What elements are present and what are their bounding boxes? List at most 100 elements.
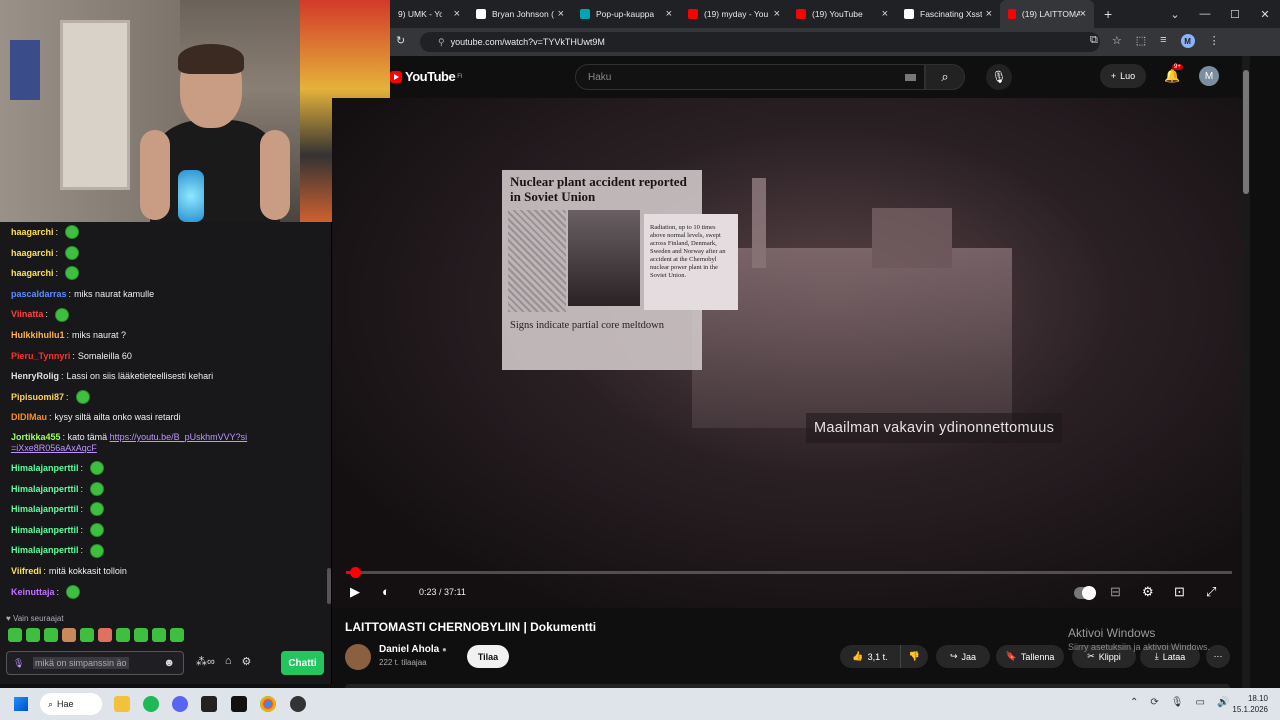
voice-search-button[interactable]: 🎙 xyxy=(986,64,1012,90)
miniplayer-icon[interactable]: ⊡ xyxy=(1174,584,1185,600)
spotify-icon[interactable] xyxy=(143,696,159,712)
emote[interactable] xyxy=(44,628,58,642)
emote[interactable] xyxy=(170,628,184,642)
chat-username[interactable]: Himalajanperttil xyxy=(11,540,79,561)
emote[interactable] xyxy=(134,628,148,642)
chat-scrollbar[interactable] xyxy=(327,568,331,604)
emote[interactable] xyxy=(8,628,22,642)
emote[interactable] xyxy=(62,628,76,642)
page-scrollbar[interactable] xyxy=(1242,56,1250,696)
chrome-icon[interactable] xyxy=(260,696,276,712)
emoji-icon[interactable]: ☻ xyxy=(163,657,175,669)
chat-username[interactable]: Himalajanperttil xyxy=(11,520,79,541)
settings-gear-icon[interactable]: ⚙ xyxy=(1142,584,1154,600)
like-button[interactable]: 👍 3,1 t. xyxy=(840,645,900,668)
emote[interactable] xyxy=(98,628,112,642)
discord-icon[interactable] xyxy=(172,696,188,712)
chat-username[interactable]: haagarchi xyxy=(11,222,54,243)
mic-icon[interactable]: 🎙 xyxy=(13,658,24,669)
emote[interactable] xyxy=(80,628,94,642)
network-icon[interactable]: ▭ xyxy=(1195,697,1204,708)
minimize-icon[interactable]: — xyxy=(1190,0,1220,28)
autoplay-toggle[interactable] xyxy=(1074,586,1096,600)
browser-tab[interactable]: Fascinating Xsst × xyxy=(896,0,1000,28)
share-button[interactable]: ↪ Jaa xyxy=(936,645,990,668)
play-icon[interactable]: ▶ xyxy=(350,584,360,600)
obs-icon[interactable] xyxy=(290,696,306,712)
chat-username[interactable]: Pipisuomi87 xyxy=(11,387,64,408)
chat-username[interactable]: Viifredi xyxy=(11,561,41,582)
chat-username[interactable]: Jortikka455 xyxy=(11,432,61,442)
chat-username[interactable]: Pieru_Tynnyri xyxy=(11,346,70,367)
taskbar-search[interactable]: ⌕ Hae xyxy=(40,693,102,715)
tab-close-icon[interactable]: × xyxy=(986,8,992,20)
emote[interactable] xyxy=(26,628,40,642)
youtube-logo[interactable]: YouTube FI xyxy=(390,69,463,84)
bookmark-star-icon[interactable]: ☆ xyxy=(1112,34,1122,48)
maximize-icon[interactable]: ☐ xyxy=(1220,0,1250,28)
new-tab-icon[interactable]: + xyxy=(1104,6,1112,22)
search-button[interactable]: ⌕ xyxy=(925,64,965,90)
save-button[interactable]: 🔖 Tallenna xyxy=(996,645,1064,668)
settings-icon[interactable]: ⚙ xyxy=(242,655,252,668)
x-app-icon[interactable] xyxy=(231,696,247,712)
close-icon[interactable]: ✕ xyxy=(1250,0,1280,28)
page-scrollbar-thumb[interactable] xyxy=(1243,70,1249,194)
chat-input[interactable]: 🎙 mikä on simpanssin äo ☻ xyxy=(6,651,184,675)
extensions-icon[interactable]: ⬚ xyxy=(1136,34,1146,48)
store-icon[interactable]: ⌂ xyxy=(225,655,232,668)
tab-close-icon[interactable]: × xyxy=(666,8,672,20)
dislike-button[interactable]: 👎 xyxy=(900,645,928,668)
volume-icon[interactable]: ◐ xyxy=(382,584,390,599)
emote[interactable] xyxy=(152,628,166,642)
taskbar-clock[interactable]: 18.10 15.1.2026 xyxy=(1222,693,1268,715)
chat-username[interactable]: Himalajanperttil xyxy=(11,479,79,500)
sync-icon[interactable]: ⟳ xyxy=(1150,697,1158,708)
account-avatar[interactable]: M xyxy=(1199,66,1219,86)
browser-tab[interactable]: 9) UMK - YouT × xyxy=(390,0,468,28)
site-info-icon[interactable]: ⚲ xyxy=(438,37,445,48)
chat-username[interactable]: pascaldarras xyxy=(11,284,67,305)
search-input[interactable]: Haku xyxy=(575,64,925,90)
media-icon[interactable]: ≡ xyxy=(1160,34,1166,48)
browser-tab[interactable]: (19) YouTube × xyxy=(788,0,896,28)
browser-tab[interactable]: Pop-up-kauppa × xyxy=(572,0,680,28)
create-button[interactable]: + Luo xyxy=(1100,64,1146,88)
tab-close-icon[interactable]: × xyxy=(882,8,888,20)
windows-start-icon[interactable] xyxy=(14,697,28,711)
chat-username[interactable]: DIDIMau xyxy=(11,407,47,428)
subtitles-icon[interactable]: ⊟ xyxy=(1110,584,1121,600)
reload-icon[interactable]: ↻ xyxy=(396,34,405,47)
channel-name[interactable]: Daniel Ahola ● xyxy=(379,644,447,655)
chat-username[interactable]: Himalajanperttil xyxy=(11,458,79,479)
bits-icon[interactable]: ⁂∞ xyxy=(196,655,215,668)
tab-close-icon[interactable]: × xyxy=(454,8,460,20)
progress-scrubber[interactable] xyxy=(350,567,362,578)
tab-close-icon[interactable]: × xyxy=(1080,8,1086,20)
chat-username[interactable]: haagarchi xyxy=(11,243,54,264)
chat-username[interactable]: HenryRolig xyxy=(11,366,59,387)
browser-tab[interactable]: Bryan Johnson (× xyxy=(468,0,572,28)
profile-avatar[interactable]: M xyxy=(1180,34,1195,48)
chat-username[interactable]: Hulkkihullu1 xyxy=(11,325,65,346)
channel-avatar[interactable] xyxy=(345,644,371,670)
tab-close-icon[interactable]: × xyxy=(558,8,564,20)
keyboard-icon[interactable] xyxy=(905,74,916,81)
file-explorer-icon[interactable] xyxy=(114,696,130,712)
emote[interactable] xyxy=(116,628,130,642)
app-icon-r[interactable] xyxy=(201,696,217,712)
tab-close-icon[interactable]: × xyxy=(774,8,780,20)
chat-send-button[interactable]: Chatti xyxy=(281,651,324,675)
mic-icon[interactable]: 🎙 xyxy=(1171,697,1184,708)
address-bar[interactable]: ⚲ youtube.com/watch?v=TYVkTHUwt9M xyxy=(420,32,1100,52)
cast-icon[interactable]: ⧉ xyxy=(1090,34,1098,48)
chat-username[interactable]: Keinuttaja xyxy=(11,582,55,603)
subscribe-button[interactable]: Tilaa xyxy=(467,645,509,668)
chat-username[interactable]: haagarchi xyxy=(11,263,54,284)
video-player[interactable]: Nuclear plant accident reported in Sovie… xyxy=(332,98,1242,608)
chevron-up-icon[interactable]: ⌃ xyxy=(1130,697,1138,708)
progress-bar[interactable] xyxy=(346,567,1232,578)
chevron-down-icon[interactable]: ⌄ xyxy=(1160,0,1190,28)
chat-username[interactable]: Himalajanperttil xyxy=(11,499,79,520)
browser-tab[interactable]: (19) myday - You × xyxy=(680,0,788,28)
